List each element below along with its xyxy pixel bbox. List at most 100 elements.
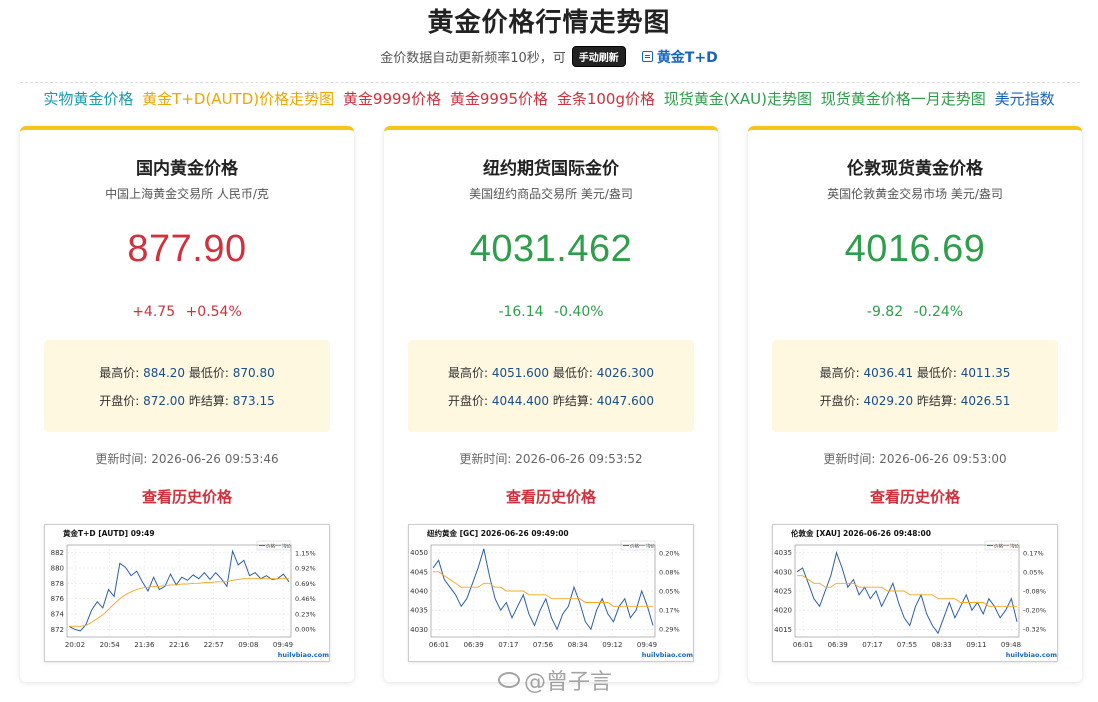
y-tick-label: 880 bbox=[51, 565, 64, 573]
low-label: 最低价: bbox=[916, 366, 957, 380]
chart-legend: 价格 均价 bbox=[620, 540, 655, 551]
legend-price-label: 价格 bbox=[630, 543, 639, 550]
nav-link-xau-month[interactable]: 现货黄金价格一月走势图 bbox=[821, 90, 986, 108]
current-price: 4031.462 bbox=[469, 228, 633, 270]
change-amount: +4.75 bbox=[132, 304, 176, 320]
card-title: 伦敦现货黄金价格 bbox=[847, 159, 983, 179]
gold-td-link[interactable]: 黄金T+D bbox=[641, 47, 718, 67]
change-amount: -9.82 bbox=[866, 304, 904, 320]
intraday-chart[interactable]: 纽约黄金 [GC] 2026-06-26 09:49:00 价格 均价 4030 403… bbox=[408, 524, 694, 662]
intraday-chart[interactable]: 伦敦金 [XAU] 2026-06-26 09:48:00 价格 均价 4015 402… bbox=[772, 524, 1058, 662]
low-value: 4026.300 bbox=[596, 366, 655, 380]
card-title: 国内黄金价格 bbox=[136, 159, 238, 179]
y-tick-label: 4035 bbox=[774, 549, 792, 557]
card-subtitle: 中国上海黄金交易所 人民币/克 bbox=[105, 187, 269, 201]
card-title: 纽约期货国际金价 bbox=[483, 159, 619, 179]
view-history-link[interactable]: 查看历史价格 bbox=[20, 486, 354, 507]
x-tick-label: 09:08 bbox=[238, 641, 258, 649]
prev-settle-label: 昨结算: bbox=[552, 394, 593, 408]
x-tick-label: 09:49 bbox=[273, 641, 293, 649]
category-nav: 实物黄金价格 黄金T+D(AUTD)价格走势图 黄金9999价格 黄金9995价… bbox=[0, 88, 1098, 109]
x-tick-label: 07:17 bbox=[498, 641, 518, 649]
current-price: 4016.69 bbox=[844, 228, 986, 270]
view-history-link[interactable]: 查看历史价格 bbox=[748, 486, 1082, 507]
high-value: 4036.41 bbox=[863, 366, 914, 380]
y2-tick-label: -0.32% bbox=[1023, 626, 1046, 634]
nav-link-usd-index[interactable]: 美元指数 bbox=[995, 90, 1055, 108]
y2-tick-label: 0.92% bbox=[295, 565, 316, 573]
y2-tick-label: 0.20% bbox=[659, 550, 680, 558]
high-label: 最高价: bbox=[819, 366, 860, 380]
nav-link-gold-9995[interactable]: 黄金9995价格 bbox=[450, 90, 548, 108]
prev-settle-value: 4026.51 bbox=[960, 394, 1011, 408]
low-value: 4011.35 bbox=[960, 366, 1011, 380]
view-history-link[interactable]: 查看历史价格 bbox=[384, 486, 718, 507]
x-tick-label: 09:48 bbox=[1001, 641, 1021, 649]
update-time: 更新时间: 2026-06-26 09:53:46 bbox=[95, 452, 279, 466]
y2-tick-label: 0.05% bbox=[1023, 569, 1044, 577]
nav-link-xau-chart[interactable]: 现货黄金(XAU)走势图 bbox=[664, 90, 812, 108]
page-subtitle: 金价数据自动更新频率10秒，可 手动刷新 黄金T+D bbox=[0, 46, 1098, 67]
y-tick-label: 4035 bbox=[410, 607, 428, 615]
price-stats: 最高价: 4036.41 最低价: 4011.35 开盘价: 4029.20 昨… bbox=[772, 340, 1058, 432]
watermark-text: @曾子言 bbox=[524, 670, 613, 695]
legend-price-label: 价格 bbox=[994, 543, 1003, 550]
x-tick-label: 08:33 bbox=[932, 641, 952, 649]
nav-link-gold-9999[interactable]: 黄金9999价格 bbox=[343, 90, 441, 108]
nav-link-physical-gold[interactable]: 实物黄金价格 bbox=[43, 90, 133, 108]
legend-price-label: 价格 bbox=[266, 543, 275, 550]
x-tick-label: 06:39 bbox=[464, 641, 484, 649]
y2-tick-label: 0.00% bbox=[295, 626, 316, 634]
y-tick-label: 4045 bbox=[410, 568, 428, 576]
y2-tick-label: 1.15% bbox=[295, 550, 316, 558]
subtitle-text: 金价数据自动更新频率10秒，可 bbox=[380, 51, 566, 66]
y2-tick-label: 0.05% bbox=[659, 588, 680, 596]
y2-tick-label: 0.08% bbox=[659, 569, 680, 577]
card-subtitle: 美国纽约商品交易所 美元/盎司 bbox=[469, 187, 633, 201]
y-tick-label: 4030 bbox=[410, 626, 428, 634]
change-percent: +0.54% bbox=[185, 304, 242, 320]
chart-legend: 价格 均价 bbox=[256, 540, 291, 551]
prev-settle-label: 昨结算: bbox=[188, 394, 229, 408]
update-time: 更新时间: 2026-06-26 09:53:52 bbox=[459, 452, 643, 466]
open-value: 872.00 bbox=[143, 394, 186, 408]
high-value: 884.20 bbox=[143, 366, 186, 380]
y-tick-label: 882 bbox=[51, 549, 64, 557]
x-tick-label: 06:39 bbox=[828, 641, 848, 649]
high-value: 4051.600 bbox=[491, 366, 550, 380]
y-tick-label: 876 bbox=[51, 595, 65, 603]
intraday-chart[interactable]: 黄金T+D [AUTD] 09:49 价格 均价 872 874 876 878 880 882… bbox=[44, 524, 330, 662]
manual-refresh-button[interactable]: 手动刷新 bbox=[571, 46, 626, 67]
prev-settle-value: 4047.600 bbox=[596, 394, 655, 408]
y-tick-label: 874 bbox=[51, 611, 65, 619]
card-ny-futures-gold: 纽约期货国际金价 美国纽约商品交易所 美元/盎司 4031.462 -16.14… bbox=[384, 126, 718, 682]
change-percent: -0.24% bbox=[913, 304, 964, 320]
open-value: 4029.20 bbox=[863, 394, 914, 408]
chart-title: 黄金T+D [AUTD] 09:49 bbox=[63, 528, 155, 538]
nav-link-gold-bar-100g[interactable]: 金条100g价格 bbox=[557, 90, 655, 108]
document-icon bbox=[641, 51, 653, 62]
y2-tick-label: 0.17% bbox=[659, 607, 680, 615]
chart-title: 纽约黄金 [GC] 2026-06-26 09:49:00 bbox=[427, 528, 569, 538]
chart-watermark: huilvbiao.com bbox=[1006, 651, 1057, 659]
prev-settle-label: 昨结算: bbox=[916, 394, 957, 408]
x-tick-label: 09:49 bbox=[637, 641, 657, 649]
x-tick-label: 09:12 bbox=[602, 641, 622, 649]
y2-tick-label: -0.20% bbox=[1023, 607, 1046, 615]
y-tick-label: 4025 bbox=[774, 588, 792, 596]
high-label: 最高价: bbox=[99, 366, 140, 380]
x-tick-label: 06:01 bbox=[793, 641, 813, 649]
x-tick-label: 21:36 bbox=[134, 641, 155, 649]
legend-avg-label: 均价 bbox=[1010, 543, 1019, 550]
x-tick-label: 07:56 bbox=[533, 641, 554, 649]
gold-td-link-label: 黄金T+D bbox=[656, 49, 718, 66]
y-tick-label: 4015 bbox=[774, 626, 792, 634]
x-tick-label: 09:11 bbox=[966, 641, 986, 649]
legend-avg-label: 均价 bbox=[646, 543, 655, 550]
nav-link-autd[interactable]: 黄金T+D(AUTD)价格走势图 bbox=[142, 90, 334, 108]
page-title: 黄金价格行情走势图 bbox=[427, 8, 671, 38]
y2-tick-label: 0.23% bbox=[295, 610, 316, 618]
open-label: 开盘价: bbox=[447, 394, 488, 408]
legend-avg-label: 均价 bbox=[282, 543, 291, 550]
chart-watermark: huilvbiao.com bbox=[278, 651, 329, 659]
